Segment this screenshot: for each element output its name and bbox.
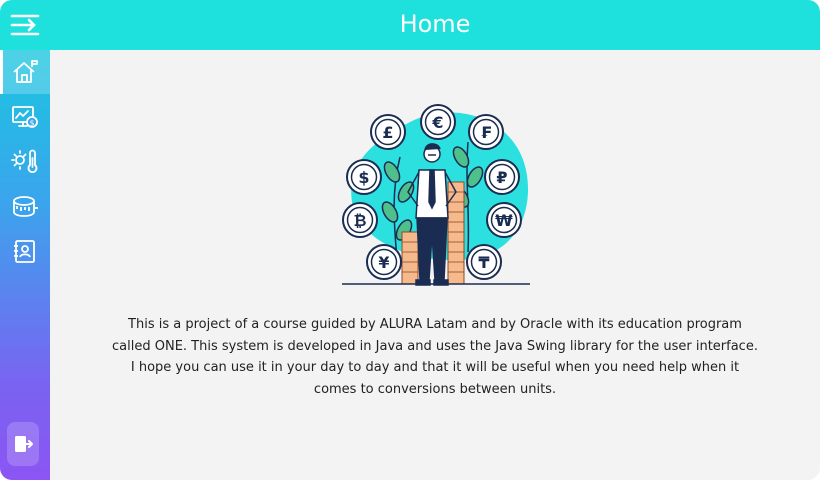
- menu-icon[interactable]: [8, 9, 42, 41]
- svg-text:₿: ₿: [353, 211, 366, 230]
- currency-coin-icon: ₣: [468, 114, 504, 150]
- svg-text:£: £: [382, 123, 393, 142]
- sidebar-item-about[interactable]: [0, 230, 50, 274]
- description-line: called ONE. This system is developed in …: [112, 338, 758, 354]
- tape-measure-icon: [13, 196, 38, 217]
- svg-text:₸: ₸: [478, 253, 489, 272]
- svg-text:₽: ₽: [496, 168, 507, 187]
- currency-coin-icon: ₿: [342, 202, 378, 238]
- currency-coin-icon: €: [420, 104, 456, 140]
- svg-text:$: $: [29, 119, 34, 128]
- svg-text:₩: ₩: [495, 211, 513, 230]
- svg-text:€: €: [431, 113, 443, 132]
- about-icon: [14, 240, 35, 263]
- header-bar: Home: [0, 0, 820, 50]
- currency-coin-icon: ₸: [466, 244, 502, 280]
- page-title: Home: [399, 10, 471, 38]
- project-description: This is a project of a course guided by …: [100, 314, 770, 400]
- currency-coin-icon: £: [370, 114, 406, 150]
- description-line: This is a project of a course guided by …: [128, 317, 742, 332]
- main-content: £ € ₣ $ ₽ ₿ ₩ ¥ ₸ This is a project of a course …: [50, 50, 820, 480]
- svg-text:$: $: [358, 168, 369, 187]
- exit-button[interactable]: [7, 422, 39, 466]
- currency-illustration: £ € ₣ $ ₽ ₿ ₩ ¥ ₸: [340, 102, 540, 292]
- sidebar: $: [0, 50, 50, 480]
- currency-coin-icon: ₽: [484, 159, 520, 195]
- svg-text:₣: ₣: [480, 123, 491, 142]
- sidebar-item-temperature[interactable]: [0, 140, 50, 184]
- temperature-icon: [11, 149, 38, 174]
- sidebar-item-currency[interactable]: $: [0, 95, 50, 139]
- sidebar-item-home[interactable]: [0, 50, 50, 94]
- sidebar-item-measures[interactable]: [0, 185, 50, 229]
- app-window: Home $ £ € ₣ $ ₽ ₿ ₩ ¥ ₸ This is a proje…: [0, 0, 820, 480]
- description-line: I hope you can use it in your day to day…: [130, 360, 740, 375]
- svg-text:¥: ¥: [378, 253, 389, 272]
- description-line: comes to conversions between units.: [313, 381, 557, 397]
- currency-exchange-icon: $: [12, 106, 38, 128]
- currency-coin-icon: $: [346, 159, 382, 195]
- exit-icon: [15, 436, 33, 452]
- home-icon: [13, 60, 38, 83]
- currency-coin-icon: ₩: [486, 202, 522, 238]
- currency-coin-icon: ¥: [366, 244, 402, 280]
